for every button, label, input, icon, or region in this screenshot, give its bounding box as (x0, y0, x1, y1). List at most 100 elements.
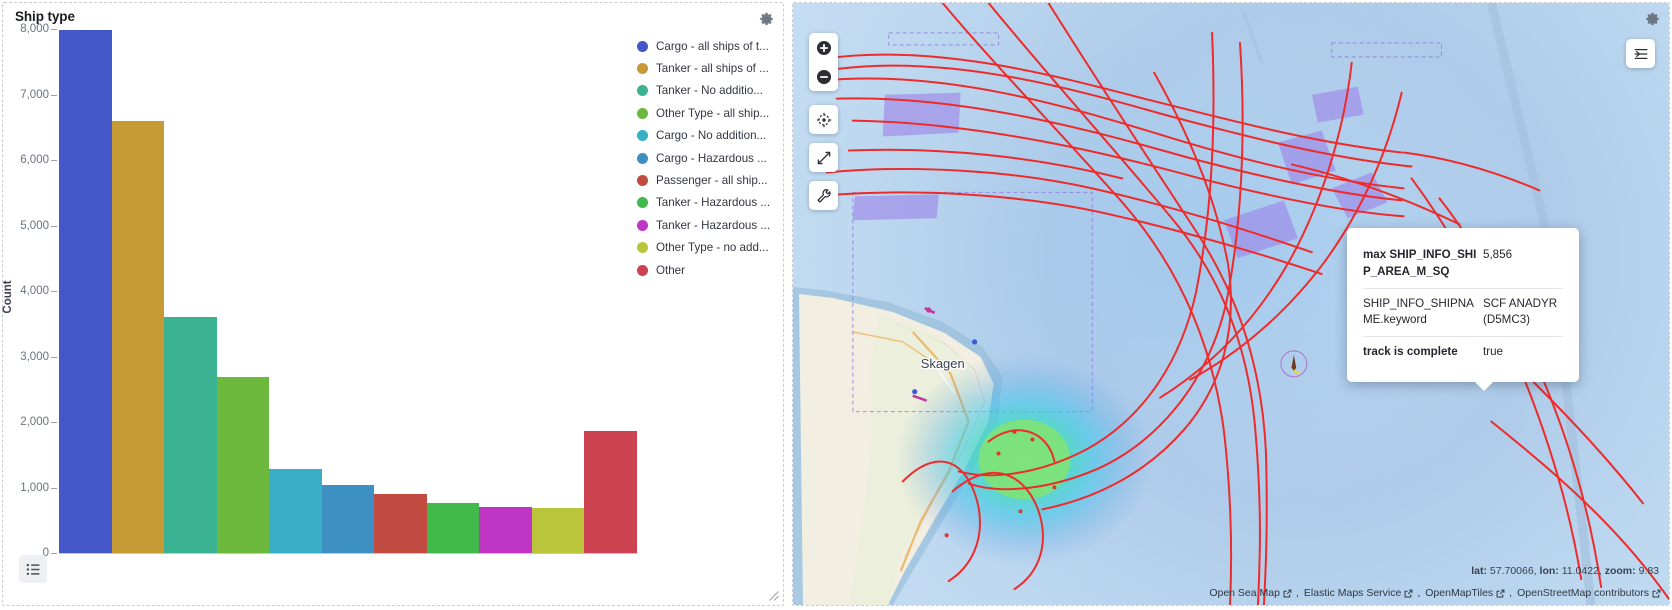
y-tick-2: 2,000 (20, 416, 49, 428)
zoom-label: zoom: (1605, 565, 1636, 577)
resize-handle-icon[interactable] (769, 591, 779, 601)
bar-3[interactable] (217, 377, 270, 553)
map-tools-control (809, 181, 838, 210)
tooltip-row: track is complete true (1363, 336, 1563, 368)
wrench-icon[interactable] (809, 181, 838, 210)
y-tick-4: 4,000 (20, 285, 49, 297)
legend-color-swatch-icon (637, 41, 648, 52)
page-title: Ship type (15, 9, 75, 24)
legend-item-label: Cargo - No addition... (656, 129, 766, 142)
attribution-label: Open Sea Map (1209, 587, 1280, 599)
chart-gear-icon[interactable] (756, 9, 776, 29)
legend-color-swatch-icon (637, 242, 648, 253)
legend-item-label: Passenger - all ship... (656, 174, 767, 187)
legend-item-1[interactable]: Tanker - all ships of ... (637, 57, 785, 79)
attribution-link-2[interactable]: OpenMapTiles (1425, 587, 1505, 599)
map-legend-icon[interactable] (1626, 39, 1655, 68)
legend-item-label: Cargo - all ships of t... (656, 40, 769, 53)
chart-legend: Cargo - all ships of t... Tanker - all sh… (637, 35, 785, 281)
attribution-link-1[interactable]: Elastic Maps Service (1304, 587, 1413, 599)
legend-item-9[interactable]: Other Type - no add... (637, 237, 785, 259)
bar-10[interactable] (584, 431, 637, 553)
attribution-separator: , (1509, 587, 1512, 599)
lon-value: 11.0422, (1562, 565, 1602, 577)
legend-color-swatch-icon (637, 85, 648, 96)
y-axis-title: Count (2, 280, 14, 313)
svg-text:Skagen: Skagen (921, 356, 965, 371)
bar-1[interactable] (112, 121, 165, 553)
ship-type-chart-panel: Ship type Count 0 1,000 2,000 3,000 4,00… (2, 2, 784, 606)
expand-arrows-icon[interactable] (809, 143, 838, 172)
y-tick-6: 6,000 (20, 154, 49, 166)
dashboard-root: Ship type Count 0 1,000 2,000 3,000 4,00… (0, 0, 1672, 610)
bar-series (59, 29, 637, 553)
legend-color-swatch-icon (637, 265, 648, 276)
legend-color-swatch-icon (637, 175, 648, 186)
y-tick-1: 1,000 (20, 482, 49, 494)
legend-item-10[interactable]: Other (637, 259, 785, 281)
bar-6[interactable] (374, 494, 427, 553)
bar-2[interactable] (164, 317, 217, 553)
map-feature-tooltip: max SHIP_INFO_SHIP_AREA_M_SQ 5,856 SHIP_… (1347, 228, 1579, 382)
legend-item-label: Tanker - all ships of ... (656, 62, 769, 75)
legend-color-swatch-icon (637, 63, 648, 74)
list-icon[interactable] (19, 555, 47, 583)
external-link-icon (1652, 589, 1661, 598)
legend-item-8[interactable]: Tanker - Hazardous ... (637, 214, 785, 236)
map-fit-control (809, 143, 838, 172)
legend-color-swatch-icon (637, 220, 648, 231)
legend-color-swatch-icon (637, 130, 648, 141)
legend-color-swatch-icon (637, 108, 648, 119)
crosshair-icon[interactable] (809, 105, 838, 134)
legend-item-label: Tanker - Hazardous ... (656, 196, 770, 209)
lat-value: 57.70066, (1490, 565, 1537, 577)
legend-item-4[interactable]: Cargo - No addition... (637, 125, 785, 147)
legend-item-6[interactable]: Passenger - all ship... (637, 169, 785, 191)
zoom-out-button[interactable] (809, 62, 838, 91)
tooltip-row: SHIP_INFO_SHIPNAME.keyword SCF ANADYR (D… (1363, 288, 1563, 337)
legend-color-swatch-icon (637, 197, 648, 208)
tooltip-key: track is complete (1363, 344, 1483, 361)
attribution-label: OpenStreetMap contributors (1517, 587, 1649, 599)
bar-5[interactable] (322, 485, 375, 553)
y-axis: Count 0 1,000 2,000 3,000 4,000 5,000 6,… (3, 29, 59, 553)
legend-item-label: Cargo - Hazardous ... (656, 152, 767, 165)
tooltip-value: 5,856 (1483, 247, 1563, 281)
external-link-icon (1283, 589, 1292, 598)
attribution-label: Elastic Maps Service (1304, 587, 1401, 599)
lon-label: lon: (1540, 565, 1559, 577)
zoom-value: 9.83 (1639, 565, 1659, 577)
legend-item-2[interactable]: Tanker - No additio... (637, 80, 785, 102)
legend-item-label: Other Type - all ship... (656, 107, 769, 120)
tooltip-row: max SHIP_INFO_SHIP_AREA_M_SQ 5,856 (1363, 240, 1563, 288)
map-attribution: Open Sea Map,Elastic Maps Service,OpenMa… (1209, 587, 1661, 599)
legend-item-3[interactable]: Other Type - all ship... (637, 102, 785, 124)
bar-9[interactable] (532, 508, 585, 553)
legend-item-0[interactable]: Cargo - all ships of t... (637, 35, 785, 57)
legend-item-label: Other (656, 264, 685, 277)
external-link-icon (1496, 589, 1505, 598)
bar-8[interactable] (479, 507, 532, 553)
attribution-link-3[interactable]: OpenStreetMap contributors (1517, 587, 1661, 599)
legend-item-7[interactable]: Tanker - Hazardous ... (637, 192, 785, 214)
y-tick-8: 8,000 (20, 23, 49, 35)
bar-4[interactable] (269, 469, 322, 553)
external-link-icon (1404, 589, 1413, 598)
map-gear-icon[interactable] (1642, 9, 1662, 29)
tooltip-key: max SHIP_INFO_SHIP_AREA_M_SQ (1363, 247, 1483, 281)
bar-7[interactable] (427, 503, 480, 553)
zoom-in-button[interactable] (809, 33, 838, 62)
map-locate-control (809, 105, 838, 134)
attribution-link-0[interactable]: Open Sea Map (1209, 587, 1292, 599)
tooltip-key: SHIP_INFO_SHIPNAME.keyword (1363, 296, 1483, 330)
legend-item-5[interactable]: Cargo - Hazardous ... (637, 147, 785, 169)
y-tick-7: 7,000 (20, 89, 49, 101)
legend-item-label: Tanker - Hazardous ... (656, 219, 770, 232)
tooltip-value: SCF ANADYR (D5MC3) (1483, 296, 1563, 330)
legend-color-swatch-icon (637, 153, 648, 164)
ship-tracks-map-panel: Skagen (792, 2, 1670, 606)
legend-item-label: Tanker - No additio... (656, 84, 763, 97)
legend-item-label: Other Type - no add... (656, 241, 769, 254)
tooltip-value: true (1483, 344, 1563, 361)
bar-0[interactable] (59, 30, 112, 553)
